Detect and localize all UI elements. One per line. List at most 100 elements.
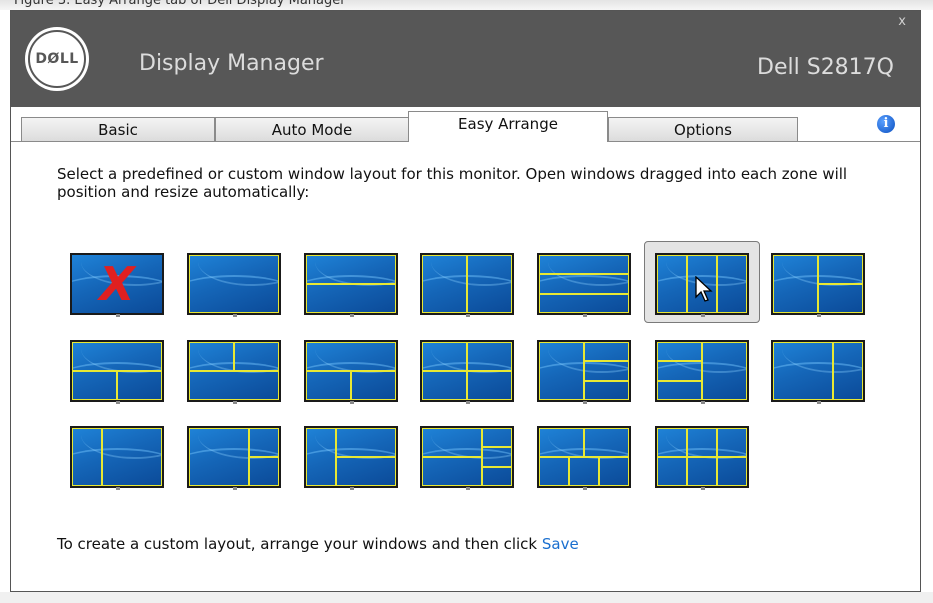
layout-screen [189, 255, 279, 313]
layout-option-18[interactable] [420, 426, 514, 490]
layout-screen: X [72, 255, 162, 313]
monitor-name: Dell S2817Q [757, 55, 894, 80]
layout-zone [306, 255, 396, 284]
layout-zone [189, 428, 250, 486]
layout-zone [422, 428, 483, 457]
layout-zone [539, 428, 584, 457]
layout-zone [539, 457, 569, 486]
layout-zone [422, 371, 467, 400]
layout-zone [773, 342, 834, 400]
layout-zone [482, 466, 512, 486]
layout-zone [467, 371, 512, 400]
layout-option-4[interactable] [420, 253, 514, 317]
mouse-pointer-icon [695, 276, 713, 302]
layout-zone [422, 255, 467, 313]
layout-zone [702, 342, 747, 400]
layout-zone [189, 342, 234, 371]
no-layout-x-icon: X [99, 257, 135, 311]
layout-zone [568, 457, 600, 486]
monitor-stand [583, 401, 587, 404]
layout-zone [599, 457, 629, 486]
monitor-stand [466, 314, 470, 317]
layout-option-13[interactable] [655, 340, 749, 404]
layout-zone [189, 371, 279, 400]
layout-option-2[interactable] [187, 253, 281, 317]
dell-logo-ring: DØLL [28, 30, 86, 88]
layout-zone [422, 457, 483, 486]
monitor-stand [233, 401, 237, 404]
title-bar: DØLL Display Manager Dell S2817Q x [11, 11, 920, 107]
layout-zone [717, 457, 747, 486]
background-caption: Figure 3. Easy Arrange tab of Dell Displ… [14, 0, 346, 8]
layout-option-17[interactable] [304, 426, 398, 490]
layout-zone [686, 428, 718, 457]
layout-zone [584, 428, 629, 457]
layout-screen [306, 342, 396, 400]
monitor-stand [701, 401, 705, 404]
monitor-stand [817, 401, 821, 404]
layout-zone [657, 428, 687, 457]
tab-easy-arrange[interactable]: Easy Arrange [408, 111, 608, 142]
tab-auto-mode[interactable]: Auto Mode [215, 117, 409, 141]
background-caption-strip: Figure 3. Easy Arrange tab of Dell Displ… [0, 0, 933, 10]
layout-zone [72, 342, 162, 371]
layout-option-7[interactable] [771, 253, 865, 317]
layout-zone [306, 284, 396, 313]
monitor-stand [583, 487, 587, 490]
layout-zone [773, 255, 818, 313]
monitor-stand [583, 314, 587, 317]
layout-option-5[interactable] [537, 253, 631, 317]
layout-screen [72, 342, 162, 400]
monitor-stand [116, 314, 120, 317]
layout-zone [72, 428, 102, 486]
layout-zone [189, 255, 279, 313]
layout-option-8[interactable] [70, 340, 164, 404]
layout-zone [818, 284, 863, 313]
dell-logo: DØLL [25, 27, 89, 91]
dell-logo-text: DØLL [35, 51, 79, 67]
layout-screen [306, 255, 396, 313]
layout-zone [539, 293, 629, 313]
layout-option-3[interactable] [304, 253, 398, 317]
tab-options[interactable]: Options [608, 117, 798, 141]
close-button[interactable]: x [898, 14, 906, 29]
layout-screen [657, 342, 747, 400]
layout-option-15[interactable] [70, 426, 164, 490]
layout-zone [584, 342, 629, 362]
layout-zone [539, 274, 629, 294]
layout-option-9[interactable] [187, 340, 281, 404]
layout-option-14[interactable] [771, 340, 865, 404]
instructions-text: Select a predefined or custom window lay… [57, 165, 848, 201]
layout-screen [72, 428, 162, 486]
monitor-stand [701, 487, 705, 490]
info-icon[interactable]: i [877, 115, 895, 133]
layout-option-10[interactable] [304, 340, 398, 404]
layout-zone [306, 371, 351, 400]
layout-zone [467, 342, 512, 371]
layout-option-16[interactable] [187, 426, 281, 490]
layout-zone [833, 342, 863, 400]
save-link[interactable]: Save [542, 535, 579, 553]
monitor-stand [466, 401, 470, 404]
monitor-stand [466, 487, 470, 490]
tab-basic[interactable]: Basic [21, 117, 215, 141]
layout-option-20[interactable] [655, 426, 749, 490]
layout-zone [717, 255, 747, 313]
layout-option-11[interactable] [420, 340, 514, 404]
bottom-edge [0, 592, 933, 603]
layout-zone [657, 361, 702, 381]
layout-zone [234, 342, 279, 371]
easy-arrange-panel: Select a predefined or custom window lay… [11, 141, 920, 591]
layout-option-19[interactable] [537, 426, 631, 490]
layout-zone [657, 457, 687, 486]
layout-zone [717, 428, 747, 457]
layout-zone [422, 342, 467, 371]
monitor-stand [350, 314, 354, 317]
layout-option-1[interactable]: X [70, 253, 164, 317]
layout-screen [306, 428, 396, 486]
layout-zone [584, 380, 629, 400]
monitor-stand [116, 487, 120, 490]
monitor-stand [817, 314, 821, 317]
layout-option-12[interactable] [537, 340, 631, 404]
layout-screen [773, 255, 863, 313]
